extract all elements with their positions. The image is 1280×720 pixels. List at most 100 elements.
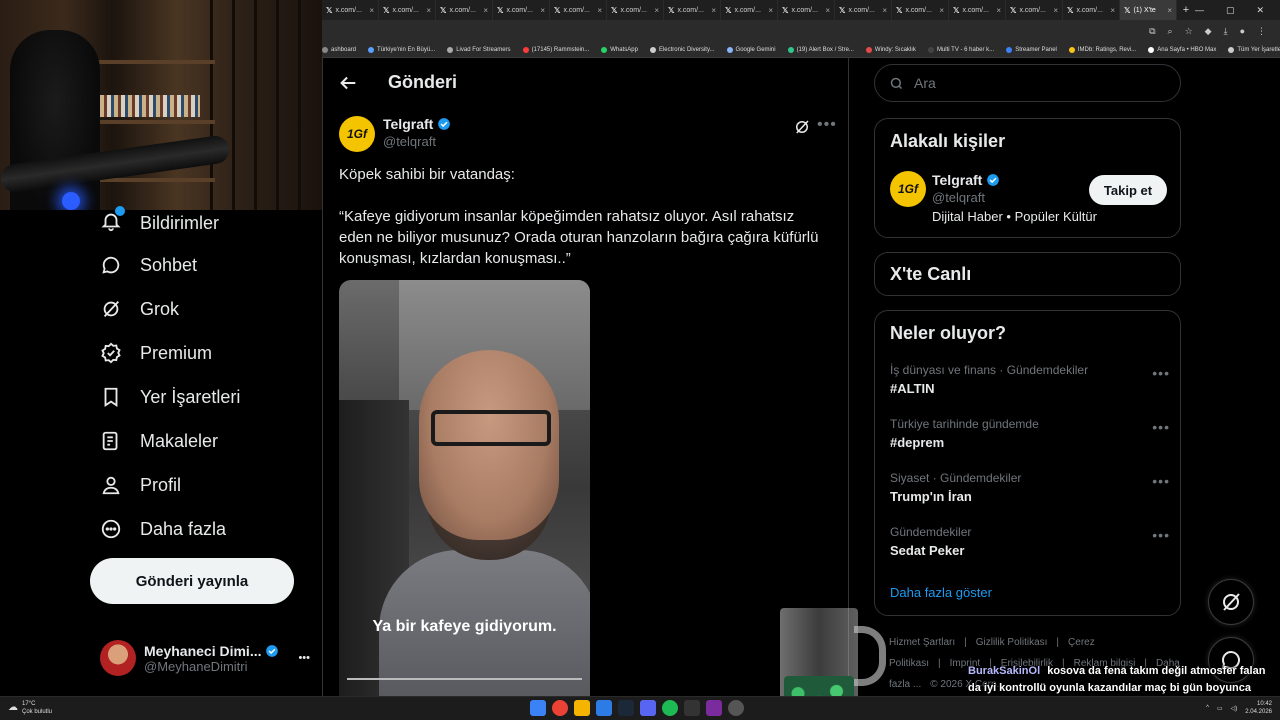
author-handle[interactable]: @telqraft [383, 134, 451, 149]
post-author[interactable]: 1Gf Telgraft @telqraft [339, 116, 451, 152]
bookmark-item[interactable]: ashboard [322, 46, 356, 53]
start-icon[interactable] [530, 700, 546, 716]
close-window-icon[interactable]: ✕ [1256, 5, 1264, 16]
nav-item-premium[interactable]: Premium [100, 342, 212, 364]
trend-more-icon[interactable]: ••• [1152, 419, 1170, 435]
account-more-icon[interactable]: ••• [298, 652, 310, 664]
download-icon[interactable]: ⤓ [1224, 26, 1228, 37]
search-input[interactable]: Ara [874, 64, 1181, 102]
bookmark-item[interactable]: IMDb: Ratings, Revi... [1068, 46, 1136, 53]
bookmark-item[interactable]: Ana Sayfa • HBO Max [1148, 46, 1216, 53]
bookmark-item[interactable]: Google Gemini [726, 46, 776, 53]
trend-more-icon[interactable]: ••• [1152, 527, 1170, 543]
clock[interactable]: 10:42 2.04.2026 [1245, 700, 1272, 716]
browser-tab[interactable]: 𝕏x.com/... × [607, 0, 664, 20]
trend-more-icon[interactable]: ••• [1152, 365, 1170, 381]
related-avatar[interactable]: 1Gf [890, 171, 926, 207]
browser-tab[interactable]: 𝕏x.com/... × [379, 0, 436, 20]
account-switcher[interactable]: Meyhaneci Dimi... @MeyhaneDimitri ••• [100, 638, 310, 678]
close-tab-icon[interactable]: × [1167, 6, 1172, 15]
close-tab-icon[interactable]: × [483, 6, 488, 15]
grok-fab[interactable] [1208, 579, 1254, 625]
close-tab-icon[interactable]: × [939, 6, 944, 15]
browser-tab[interactable]: 𝕏x.com/... × [721, 0, 778, 20]
steam-icon[interactable] [618, 700, 634, 716]
close-tab-icon[interactable]: × [654, 6, 659, 15]
browser-tab[interactable]: 𝕏x.com/... × [664, 0, 721, 20]
browser-tab[interactable]: 𝕏x.com/... × [778, 0, 835, 20]
trend-more-icon[interactable]: ••• [1152, 473, 1170, 489]
edge-icon[interactable] [596, 700, 612, 716]
trend-item[interactable]: Türkiye tarihinde gündemde #deprem ••• [890, 417, 1170, 450]
close-tab-icon[interactable]: × [768, 6, 773, 15]
nav-item-articles[interactable]: Makaleler [100, 430, 218, 452]
trend-item[interactable]: Siyaset · Gündemdekiler Trump'ın İran ••… [890, 471, 1170, 504]
bookmark-item[interactable]: Windy: Sıcaklık [865, 46, 916, 53]
weather-widget[interactable]: ☁ 17°C Çok bulutlu [8, 700, 52, 716]
nav-item-bookmarks[interactable]: Yer İşaretleri [100, 386, 240, 408]
nav-item-grok[interactable]: Grok [100, 298, 179, 320]
browser-tab[interactable]: 𝕏x.com/... × [892, 0, 949, 20]
nav-item-profile[interactable]: Profil [100, 474, 181, 496]
maximize-icon[interactable]: ▢ [1226, 5, 1235, 16]
bookmark-item[interactable]: Tüm Yer İşaretleri [1228, 46, 1280, 53]
discord-icon[interactable] [640, 700, 656, 716]
trend-item[interactable]: İş dünyası ve finans · Gündemdekiler #AL… [890, 363, 1170, 396]
related-user[interactable]: Telgraft @telqraft Dijital Haber • Popül… [932, 172, 1097, 224]
footer-link[interactable]: Hizmet Şartları [889, 637, 955, 648]
post-button[interactable]: Gönderi yayınla [90, 558, 294, 604]
close-tab-icon[interactable]: × [996, 6, 1001, 15]
nav-item-more[interactable]: Daha fazla [100, 518, 226, 540]
browser-tab[interactable]: 𝕏x.com/... × [436, 0, 493, 20]
close-tab-icon[interactable]: × [1053, 6, 1058, 15]
extension-icon[interactable]: ◆ [1205, 26, 1212, 37]
grok-explain-icon[interactable] [793, 118, 811, 136]
browser-tab[interactable]: 𝕏x.com/... × [1063, 0, 1120, 20]
browser-tab[interactable]: 𝕏x.com/... × [322, 0, 379, 20]
spotify-icon[interactable] [662, 700, 678, 716]
close-tab-icon[interactable]: × [711, 6, 716, 15]
bookmark-item[interactable]: (17145) Rammstein... [522, 46, 589, 53]
folder-icon[interactable] [574, 700, 590, 716]
close-tab-icon[interactable]: × [882, 6, 887, 15]
zoom-icon[interactable]: ⌕ [1168, 26, 1173, 37]
close-tab-icon[interactable]: × [369, 6, 374, 15]
nav-item-notifications[interactable]: Bildirimler [100, 206, 219, 237]
chrome-icon[interactable] [552, 700, 568, 716]
bookmark-item[interactable]: Türkiye'nin En Büyü... [368, 46, 435, 53]
show-more-link[interactable]: Daha fazla göster [890, 585, 992, 600]
app-icon[interactable] [706, 700, 722, 716]
live-card[interactable]: X'te Canlı [874, 252, 1181, 296]
epic-games-icon[interactable] [684, 700, 700, 716]
author-name[interactable]: Telgraft [383, 116, 433, 132]
browser-tab[interactable]: 𝕏x.com/... × [949, 0, 1006, 20]
bookmark-item[interactable]: WhatsApp [601, 46, 638, 53]
tray-chevron-icon[interactable]: ^ [1206, 705, 1209, 711]
new-tab-button[interactable]: + [1177, 4, 1195, 16]
browser-tab[interactable]: 𝕏x.com/... × [835, 0, 892, 20]
post-more-icon[interactable]: ••• [817, 116, 837, 134]
browser-tab[interactable]: 𝕏x.com/... × [550, 0, 607, 20]
network-icon[interactable]: ▭ [1217, 705, 1223, 712]
close-tab-icon[interactable]: × [426, 6, 431, 15]
close-tab-icon[interactable]: × [825, 6, 830, 15]
bookmark-item[interactable]: (19) Alert Box / Stre... [787, 46, 854, 53]
bookmark-item[interactable]: Multi TV - 6 haber k... [927, 46, 994, 53]
install-icon[interactable]: ⧉ [1149, 26, 1155, 37]
back-arrow-icon[interactable] [337, 72, 359, 94]
browser-tab[interactable]: 𝕏x.com/... × [493, 0, 550, 20]
video-progress-bar[interactable] [347, 678, 582, 680]
browser-tab[interactable]: 𝕏 (1) X'te × [1120, 0, 1177, 20]
star-icon[interactable]: ☆ [1185, 26, 1193, 37]
bookmark-item[interactable]: Livad For Streamers [447, 46, 511, 53]
profile-avatar-icon[interactable]: ● [1240, 26, 1245, 36]
browser-menu-icon[interactable]: ⋮ [1257, 26, 1266, 37]
post-video[interactable]: Ya bir kafeye gidiyorum. [339, 280, 590, 696]
obs-icon[interactable] [728, 700, 744, 716]
trend-item[interactable]: Gündemdekiler Sedat Peker ••• [890, 525, 1170, 558]
follow-button[interactable]: Takip et [1089, 175, 1167, 205]
close-tab-icon[interactable]: × [540, 6, 545, 15]
browser-tab[interactable]: 𝕏x.com/... × [1006, 0, 1063, 20]
bookmark-item[interactable]: Streamer Panel [1006, 46, 1057, 53]
author-avatar[interactable]: 1Gf [339, 116, 375, 152]
